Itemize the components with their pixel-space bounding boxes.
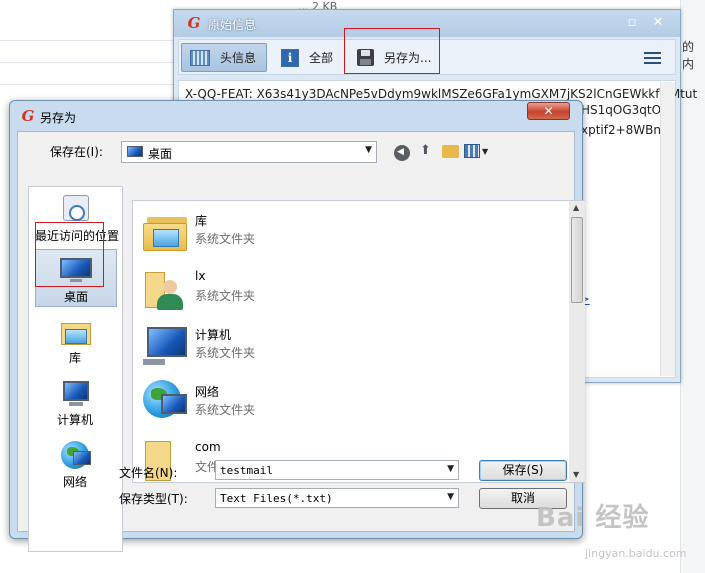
view-menu-icon[interactable]: [464, 144, 480, 158]
save-button[interactable]: 保存(S): [479, 460, 567, 481]
header-line-fragment: HS1qOG3qtOJ: [581, 103, 665, 117]
file-list: 库 系统文件夹 lx 系统文件夹 计算机 系统文件夹 网络 系统文件夹 com …: [132, 200, 585, 483]
highlight-desktop-box: [35, 222, 104, 287]
headers-button[interactable]: 头信息: [181, 43, 267, 72]
network-icon: [59, 439, 93, 469]
all-button-label: 全部: [309, 51, 334, 65]
place-label: 库: [68, 351, 81, 365]
list-item[interactable]: 库 系统文件夹: [139, 205, 559, 259]
list-item[interactable]: 计算机 系统文件夹: [139, 319, 559, 373]
network-icon: [141, 378, 189, 424]
new-folder-icon[interactable]: [442, 145, 459, 158]
filename-field[interactable]: testmail ▼: [215, 460, 459, 480]
file-name: com: [195, 440, 221, 454]
table-icon: [190, 49, 210, 66]
info-icon: i: [281, 48, 299, 67]
menu-icon[interactable]: [644, 52, 661, 64]
background-right-text: 的内: [682, 40, 695, 71]
message-source-title: 原始信息: [208, 18, 257, 32]
background-right-panel: [680, 0, 705, 573]
scroll-down-icon[interactable]: ▼: [573, 470, 579, 479]
app-logo-icon: G: [21, 107, 35, 125]
save-as-dialog-title: 另存为: [40, 111, 77, 125]
list-item[interactable]: 网络 系统文件夹: [139, 376, 559, 430]
place-label: 网络: [62, 475, 87, 489]
place-network[interactable]: 网络: [35, 435, 117, 493]
all-button[interactable]: i 全部: [273, 43, 341, 72]
library-folder-icon: [141, 207, 189, 253]
computer-icon: [141, 321, 189, 367]
headers-button-label: 头信息: [220, 51, 257, 65]
file-type: 系统文件夹: [195, 289, 256, 303]
file-type: 系统文件夹: [195, 346, 256, 360]
save-in-dropdown[interactable]: 桌面 ▼: [121, 141, 377, 163]
highlight-save-as-box: [344, 28, 440, 74]
filetype-label: 保存类型(T):: [119, 492, 188, 506]
close-icon[interactable]: ✕: [650, 15, 666, 31]
file-list-scrollbar[interactable]: ▲ ▼: [569, 201, 585, 482]
header-line: X-QQ-FEAT: X63s41y3DAcNPe5vDdym9wklMSZe6…: [185, 87, 698, 101]
place-libraries[interactable]: 库: [35, 311, 117, 369]
library-icon: [59, 315, 93, 345]
file-name: lx: [195, 269, 206, 283]
file-name: 计算机: [195, 328, 232, 342]
watermark-url: jingyan.baidu.com: [585, 547, 687, 560]
scrollbar-thumb[interactable]: [571, 217, 583, 303]
chevron-down-icon: ▼: [447, 492, 454, 502]
filename-label: 文件名(N):: [119, 466, 178, 480]
save-in-label: 保存在(I):: [50, 145, 103, 159]
up-folder-icon[interactable]: [418, 143, 434, 159]
computer-icon: [59, 377, 93, 407]
place-label: 计算机: [56, 413, 93, 427]
place-computer[interactable]: 计算机: [35, 373, 117, 431]
maximize-icon[interactable]: ▫: [624, 15, 640, 31]
chevron-down-icon: ▼: [365, 145, 372, 155]
save-as-dialog: G 另存为 ✕ 保存在(I): 桌面 ▼ ▼ 最近访问的位置: [9, 100, 585, 552]
user-folder-icon: [141, 264, 189, 310]
filetype-value: Text Files(*.txt): [220, 492, 333, 505]
place-label: 桌面: [63, 290, 88, 304]
dialog-close-button[interactable]: ✕: [527, 102, 570, 120]
view-dropdown-caret-icon[interactable]: ▼: [482, 147, 488, 156]
scroll-up-icon[interactable]: ▲: [573, 203, 579, 212]
filetype-dropdown[interactable]: Text Files(*.txt) ▼: [215, 488, 459, 508]
chevron-down-icon[interactable]: ▼: [447, 464, 454, 474]
file-name: 网络: [195, 385, 220, 399]
file-type: 系统文件夹: [195, 232, 256, 246]
watermark-logo: Bai 经验: [536, 503, 650, 533]
message-source-scrollbar[interactable]: [660, 82, 675, 376]
recent-places-icon: [59, 193, 93, 223]
save-as-dialog-body: 保存在(I): 桌面 ▼ ▼ 最近访问的位置 桌面: [17, 131, 585, 552]
app-logo-icon: G: [187, 14, 201, 32]
back-icon[interactable]: [394, 145, 410, 161]
save-in-value: 桌面: [148, 147, 173, 161]
filename-value: testmail: [220, 464, 273, 477]
file-type: 系统文件夹: [195, 403, 256, 417]
list-item[interactable]: lx 系统文件夹: [139, 262, 559, 316]
file-name: 库: [195, 214, 208, 228]
desktop-icon: [127, 146, 143, 157]
